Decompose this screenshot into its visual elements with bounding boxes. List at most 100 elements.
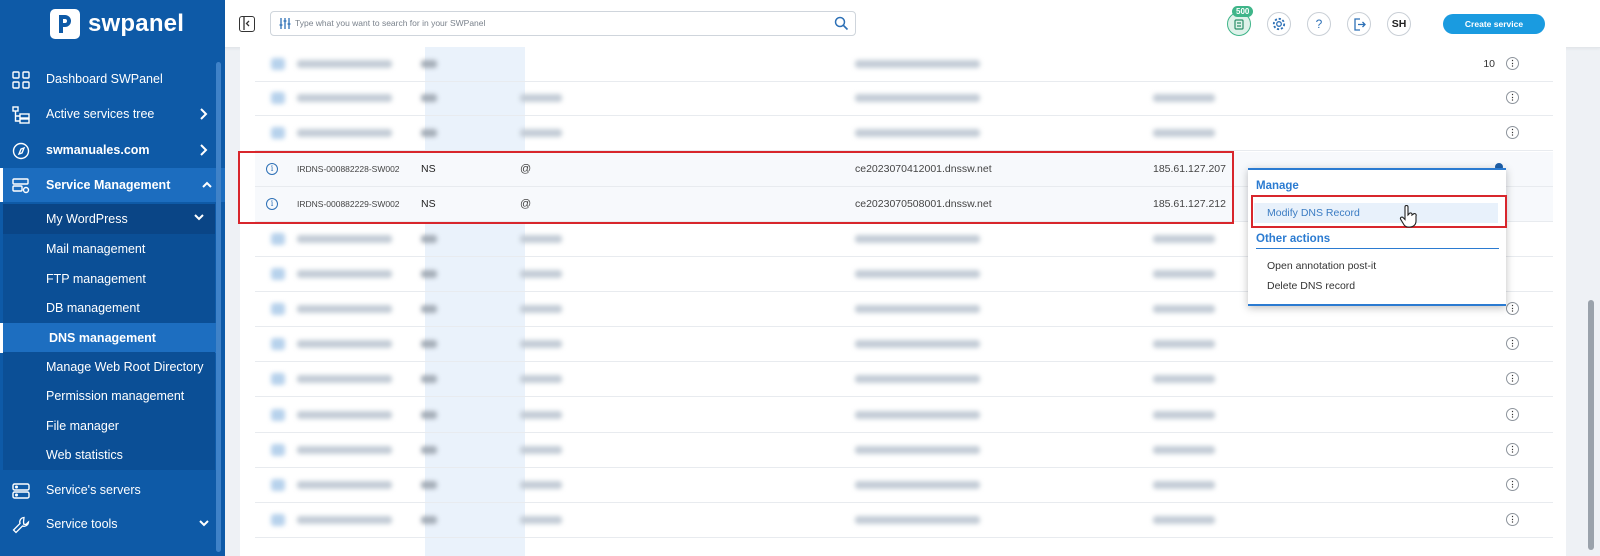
search-icon[interactable]: [834, 16, 849, 31]
sidebar-item-label: Dashboard SWPanel: [46, 72, 163, 86]
info-icon[interactable]: i: [266, 163, 278, 175]
submenu-item-permissions[interactable]: Permission management: [3, 381, 215, 411]
table-row[interactable]: ⋮: [255, 503, 1553, 538]
cart-badge: 500: [1232, 6, 1254, 17]
submenu-item-web-root[interactable]: Manage Web Root Directory: [3, 352, 215, 382]
sidebar: swpanel Dashboard SWPanel Active service…: [0, 0, 225, 556]
row-icon: [271, 127, 285, 139]
row-icon: [271, 338, 285, 350]
row-actions-button[interactable]: ⋮: [1506, 57, 1519, 70]
blurred-cell: [520, 340, 562, 348]
modify-dns-record-item[interactable]: Modify DNS Record: [1254, 203, 1498, 223]
submenu-item-ftp[interactable]: FTP management: [3, 264, 215, 294]
blurred-cell: [520, 270, 562, 278]
submenu-item-file-manager[interactable]: File manager: [3, 411, 215, 441]
blurred-cell: [297, 270, 392, 278]
menu-divider: [1256, 248, 1499, 249]
blurred-cell: [520, 94, 562, 102]
row-actions-button[interactable]: ⋮: [1506, 91, 1519, 104]
sidebar-item-dashboard[interactable]: Dashboard SWPanel: [0, 62, 225, 96]
gear-icon[interactable]: [1267, 12, 1291, 36]
server-icon: [12, 483, 30, 499]
sidebar-item-services-servers[interactable]: Service's servers: [0, 473, 225, 507]
filter-sliders-icon[interactable]: [279, 17, 291, 30]
menu-section-other-actions: Other actions: [1256, 233, 1331, 245]
help-icon[interactable]: ?: [1307, 12, 1331, 36]
sidebar-item-label: Service tools: [46, 517, 118, 531]
submenu-my-wordpress[interactable]: My WordPress: [3, 204, 215, 234]
blurred-cell: [1153, 481, 1215, 489]
swpanel-logo[interactable]: swpanel: [50, 8, 184, 40]
record-type: NS: [421, 198, 436, 210]
row-actions-button[interactable]: ⋮: [1506, 513, 1519, 526]
sidebar-item-service-tools[interactable]: Service tools: [0, 507, 225, 541]
collapse-icon: [243, 17, 250, 30]
table-row[interactable]: ⋮: [255, 468, 1553, 503]
sidebar-item-service-management[interactable]: Service Management: [0, 168, 225, 202]
delete-dns-record-item[interactable]: Delete DNS record: [1267, 280, 1355, 292]
blurred-cell: [421, 411, 437, 419]
table-row[interactable]: 10 ⋮: [255, 47, 1553, 82]
row-actions-button[interactable]: ⋮: [1506, 408, 1519, 421]
blurred-cell: [855, 235, 980, 243]
submenu-item-dns[interactable]: DNS management: [0, 323, 218, 353]
table-row[interactable]: ⋮: [255, 362, 1553, 397]
dashboard-grid-icon: [12, 71, 30, 89]
submenu-item-mail[interactable]: Mail management: [3, 234, 215, 264]
row-actions-button[interactable]: ⋮: [1506, 478, 1519, 491]
row-actions-button[interactable]: ⋮: [1506, 372, 1519, 385]
user-initials: SH: [1391, 18, 1407, 30]
blurred-cell: [520, 375, 562, 383]
sidebar-item-swmanuales[interactable]: swmanuales.com: [0, 133, 225, 167]
record-ip: 185.61.127.212: [1153, 198, 1226, 210]
table-row[interactable]: ⋮: [255, 433, 1553, 468]
info-icon[interactable]: i: [266, 198, 278, 210]
blurred-cell: [421, 270, 437, 278]
blurred-cell: [520, 235, 562, 243]
submenu-label: Permission management: [46, 389, 185, 403]
create-service-button[interactable]: Create service: [1443, 14, 1545, 34]
blurred-cell: [855, 270, 980, 278]
submenu-item-db[interactable]: DB management: [3, 293, 215, 323]
row-actions-button[interactable]: ⋮: [1506, 443, 1519, 456]
blurred-cell: [855, 340, 980, 348]
table-row[interactable]: ⋮: [255, 116, 1553, 151]
blurred-cell: [1153, 516, 1215, 524]
row-icon: [271, 233, 285, 245]
wrench-icon: [12, 516, 30, 534]
logout-icon[interactable]: [1347, 12, 1371, 36]
blurred-cell: [1153, 305, 1215, 313]
collapse-sidebar-button[interactable]: [239, 16, 255, 32]
open-annotation-item[interactable]: Open annotation post-it: [1267, 260, 1376, 272]
row-actions-button[interactable]: ⋮: [1506, 302, 1519, 315]
table-row[interactable]: ⋮: [255, 81, 1553, 116]
sidebar-item-active-services-tree[interactable]: Active services tree: [0, 97, 225, 131]
submenu-label: My WordPress: [46, 212, 128, 226]
blurred-cell: [297, 375, 392, 383]
table-row[interactable]: ⋮: [255, 398, 1553, 433]
search-bar[interactable]: Type what you want to search for in your…: [270, 11, 856, 36]
blurred-cell: [297, 481, 392, 489]
submenu-label: DNS management: [49, 331, 156, 345]
user-avatar[interactable]: SH: [1387, 12, 1411, 36]
row-icon: [271, 444, 285, 456]
chevron-down-icon: [199, 520, 209, 527]
row-actions-button[interactable]: ⋮: [1506, 337, 1519, 350]
blurred-cell: [520, 305, 562, 313]
chevron-right-icon: [200, 108, 208, 120]
app-name: swpanel: [88, 10, 185, 37]
topbar: Type what you want to search for in your…: [225, 0, 1600, 48]
submenu-item-web-statistics[interactable]: Web statistics: [3, 440, 215, 470]
chevron-right-icon: [200, 144, 208, 156]
table-row[interactable]: ⋮: [255, 327, 1553, 362]
row-icon: [271, 268, 285, 280]
blurred-cell: [297, 516, 392, 524]
sidebar-scrollbar[interactable]: [216, 62, 221, 552]
blurred-cell: [421, 481, 437, 489]
blurred-cell: [421, 94, 437, 102]
row-actions-button[interactable]: ⋮: [1506, 126, 1519, 139]
blurred-cell: [520, 516, 562, 524]
blurred-cell: [421, 129, 437, 137]
sidebar-item-label: Active services tree: [46, 107, 155, 121]
main-scrollbar[interactable]: [1588, 300, 1594, 550]
